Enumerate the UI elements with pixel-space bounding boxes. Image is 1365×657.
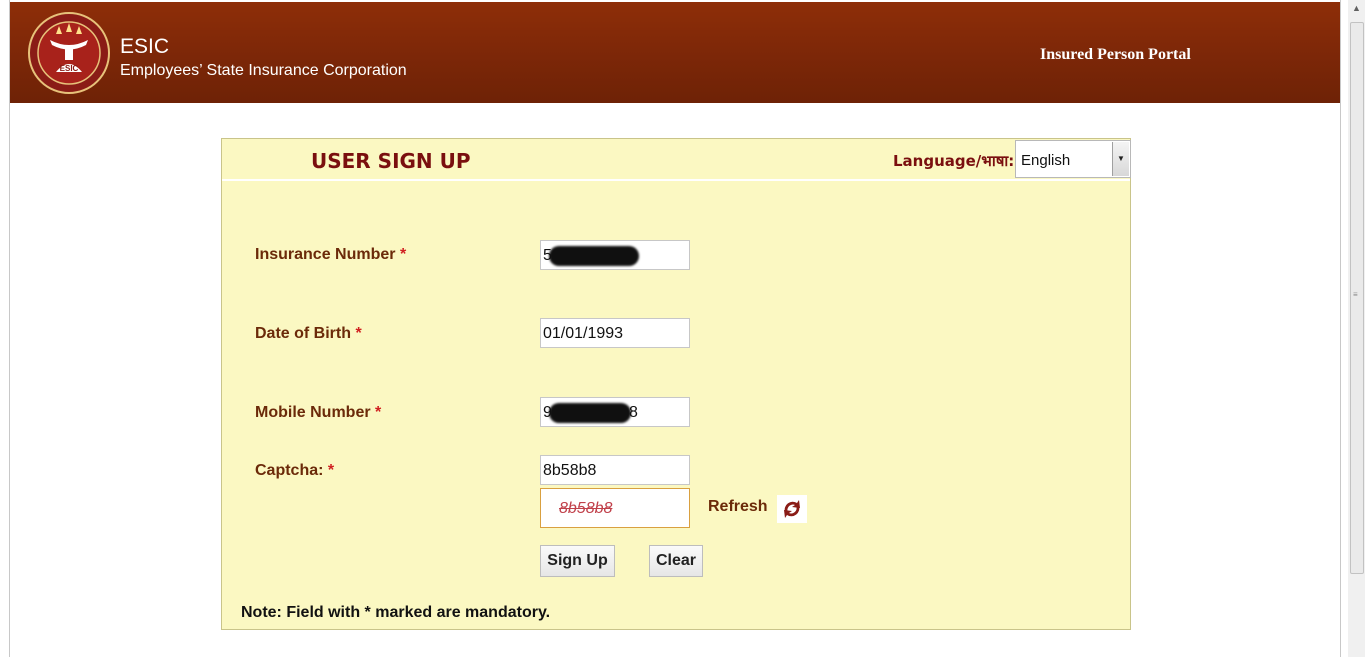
- mandatory-note: Note: Field with * marked are mandatory.: [241, 604, 551, 621]
- esic-logo-icon: ESIC: [28, 12, 110, 94]
- scroll-up-icon[interactable]: ▲: [1348, 0, 1365, 17]
- signup-button[interactable]: Sign Up: [540, 545, 615, 577]
- signup-form: USER SIGN UP Language/भाषा: English ▼ In…: [221, 138, 1131, 630]
- mobile-number-input[interactable]: 98: [540, 397, 690, 427]
- insurance-number-label: Insurance Number *: [255, 246, 407, 263]
- dob-input[interactable]: 01/01/1993: [540, 318, 690, 348]
- brand-title: ESIC: [120, 35, 170, 58]
- captcha-image-text: 8b58b8: [559, 500, 613, 517]
- redaction-mark: [549, 403, 631, 423]
- vertical-scrollbar[interactable]: ▲ ≡: [1348, 0, 1365, 657]
- grip-icon: ≡: [1353, 290, 1358, 299]
- brand-subtitle: Employees’ State Insurance Corporation: [120, 62, 407, 79]
- captcha-label: Captcha: *: [255, 462, 335, 479]
- form-header: USER SIGN UP Language/भाषा: English ▼: [222, 139, 1131, 181]
- refresh-icon[interactable]: [777, 495, 807, 523]
- form-title: USER SIGN UP: [311, 149, 471, 173]
- dob-label: Date of Birth *: [255, 325, 362, 342]
- portal-name: Insured Person Portal: [1040, 46, 1191, 63]
- language-label: Language/भाषा:: [893, 152, 1015, 170]
- chevron-down-icon[interactable]: ▼: [1112, 142, 1129, 176]
- redaction-mark: [549, 246, 639, 266]
- captcha-input[interactable]: 8b58b8: [540, 455, 690, 485]
- clear-button[interactable]: Clear: [649, 545, 703, 577]
- insurance-number-input[interactable]: 5013939: [540, 240, 690, 270]
- header-banner: ESIC ESIC Employees’ State Insurance Cor…: [10, 2, 1340, 103]
- refresh-captcha-link[interactable]: Refresh: [708, 498, 768, 516]
- captcha-image: 8b58b8: [540, 488, 690, 528]
- logo-text: ESIC: [60, 64, 79, 73]
- language-selected: English: [1021, 152, 1071, 169]
- mobile-number-label: Mobile Number *: [255, 404, 382, 421]
- scrollbar-thumb[interactable]: ≡: [1350, 22, 1364, 574]
- language-select[interactable]: English ▼: [1015, 140, 1131, 178]
